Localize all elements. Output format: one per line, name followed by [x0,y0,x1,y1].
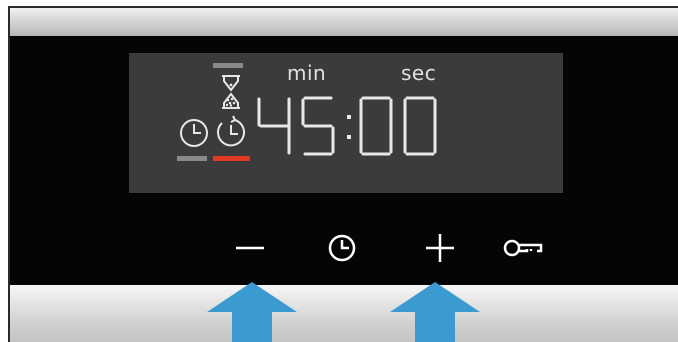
plus-button[interactable] [418,226,462,270]
clock-button[interactable] [320,226,364,270]
sec-label: sec [401,61,437,85]
page-margin-left [0,0,8,342]
hourglass-indicator-bar [213,63,243,68]
clock-program-indicator-bar [177,156,207,161]
panel-left-edge [8,8,10,342]
plus-icon [426,234,454,262]
min-label: min [287,61,327,85]
key-icon [503,239,543,257]
clock-icon [328,234,356,262]
clock-program-icon [180,119,208,147]
steel-trim-top [10,8,678,36]
minus-button[interactable] [226,228,270,268]
callout-arrow-minus [207,282,297,342]
hourglass-icon [222,75,240,109]
minutes-tens-digit [257,97,291,155]
seconds-ones-digit [403,96,437,156]
seconds-tens-digit [359,96,393,156]
callout-arrow-plus [390,282,480,342]
timer-with-clock-icon [217,115,245,147]
steel-trim-bottom [10,285,678,342]
time-separator [347,115,351,139]
panel-top-edge [8,6,678,8]
active-function-indicator-bar [213,156,250,161]
minutes-ones-digit [301,96,335,156]
minus-icon [236,246,264,250]
key-lock-button[interactable] [500,230,550,266]
